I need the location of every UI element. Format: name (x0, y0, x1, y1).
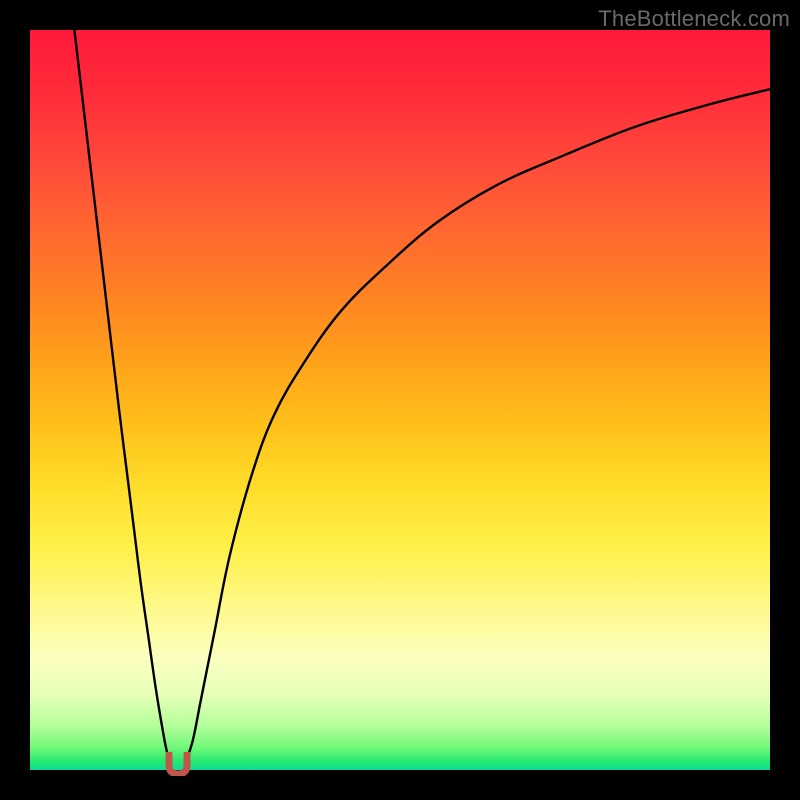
curve-right-branch (185, 89, 770, 762)
u-shape-icon (165, 752, 191, 776)
minimum-marker (165, 752, 191, 776)
curves-layer (30, 30, 770, 770)
chart-frame: TheBottleneck.com (0, 0, 800, 800)
curve-left-branch (74, 30, 170, 763)
plot-area (30, 30, 770, 770)
watermark-text: TheBottleneck.com (598, 6, 790, 32)
